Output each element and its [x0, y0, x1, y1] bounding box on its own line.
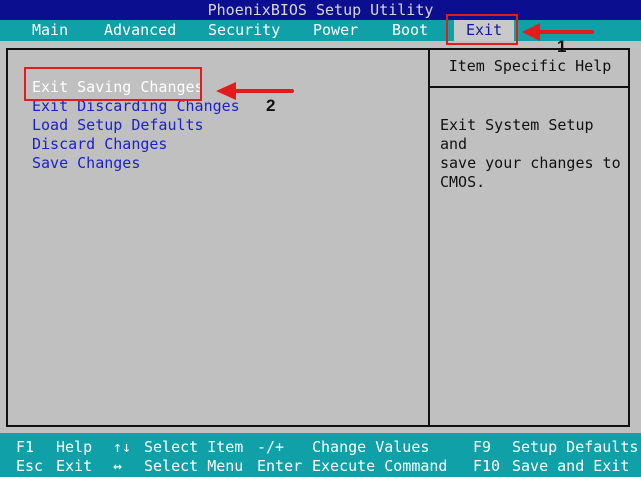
key-help-bar: F1 Help ↑↓ Select Item -/+ Change Values…	[0, 433, 641, 477]
key-updown-arrows: ↑↓	[113, 438, 132, 456]
key-leftright-desc: Select Menu	[144, 457, 244, 475]
tab-security[interactable]: Security	[202, 20, 286, 41]
key-updown-desc: Select Item	[144, 438, 244, 456]
key-f10-desc: Save and Exit	[512, 457, 630, 475]
exit-tab-highlight-box	[446, 14, 518, 45]
load-setup-defaults-item[interactable]: Load Setup Defaults	[32, 116, 204, 135]
tab-power[interactable]: Power	[307, 20, 364, 41]
discard-changes-item[interactable]: Discard Changes	[32, 135, 167, 154]
tab-advanced[interactable]: Advanced	[98, 20, 182, 41]
help-divider	[430, 86, 630, 88]
key-esc: Esc	[16, 457, 44, 475]
bios-title: PhoenixBIOS Setup Utility	[0, 0, 641, 20]
key-f1: F1	[16, 438, 35, 456]
step-2-label: 2	[266, 96, 276, 115]
key-leftright-arrows: ↔	[113, 457, 123, 475]
key-enter-desc: Execute Command	[312, 457, 448, 475]
key-f9-desc: Setup Defaults	[512, 438, 639, 456]
key-f1-desc: Help	[56, 438, 93, 456]
panel-divider	[428, 48, 430, 427]
key-minus-plus-desc: Change Values	[312, 438, 430, 456]
help-title: Item Specific Help	[448, 57, 612, 75]
key-esc-desc: Exit	[56, 457, 93, 475]
key-minus-plus: -/+	[257, 438, 285, 456]
tab-boot[interactable]: Boot	[386, 20, 434, 41]
exit-saving-highlight-box	[24, 67, 202, 101]
step-1-label: 1	[557, 37, 567, 56]
save-changes-item[interactable]: Save Changes	[32, 154, 140, 173]
key-f10: F10	[473, 457, 501, 475]
arrow-2-icon	[216, 82, 294, 100]
help-text: Exit System Setup and save your changes …	[440, 116, 621, 191]
key-enter: Enter	[257, 457, 303, 475]
key-f9: F9	[473, 438, 492, 456]
tab-main[interactable]: Main	[26, 20, 74, 41]
